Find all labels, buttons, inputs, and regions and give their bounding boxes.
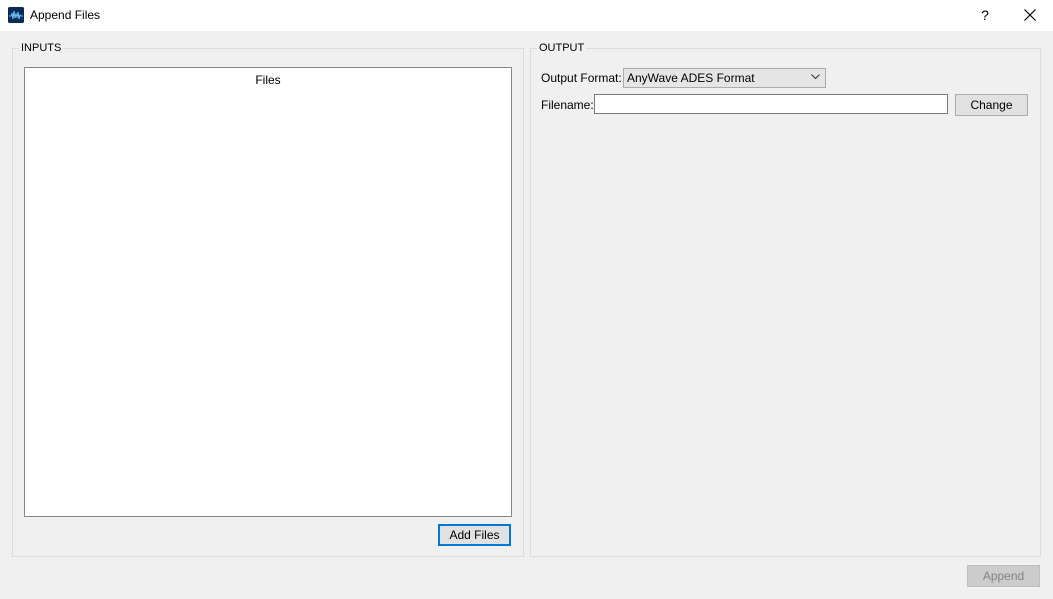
app-waveform-icon [8, 7, 24, 23]
append-button[interactable]: Append [967, 565, 1040, 587]
help-button[interactable]: ? [963, 0, 1007, 31]
filename-label: Filename: [541, 98, 594, 112]
output-group: OUTPUT [530, 41, 1041, 557]
output-group-title: OUTPUT [537, 41, 587, 55]
title-bar: Append Files ? [0, 0, 1053, 31]
output-format-label: Output Format: [541, 71, 622, 85]
close-button[interactable] [1007, 0, 1053, 31]
change-button[interactable]: Change [955, 94, 1028, 116]
chevron-down-icon [811, 74, 820, 80]
files-list[interactable]: Files [24, 67, 512, 517]
files-column-header[interactable]: Files [25, 68, 511, 90]
add-files-button[interactable]: Add Files [438, 524, 511, 546]
output-format-select[interactable]: AnyWave ADES Format [623, 68, 826, 88]
window-title: Append Files [30, 8, 101, 22]
output-format-value: AnyWave ADES Format [627, 71, 755, 85]
inputs-group-title: INPUTS [19, 41, 64, 55]
close-icon [1024, 9, 1036, 21]
filename-field[interactable] [594, 94, 948, 114]
